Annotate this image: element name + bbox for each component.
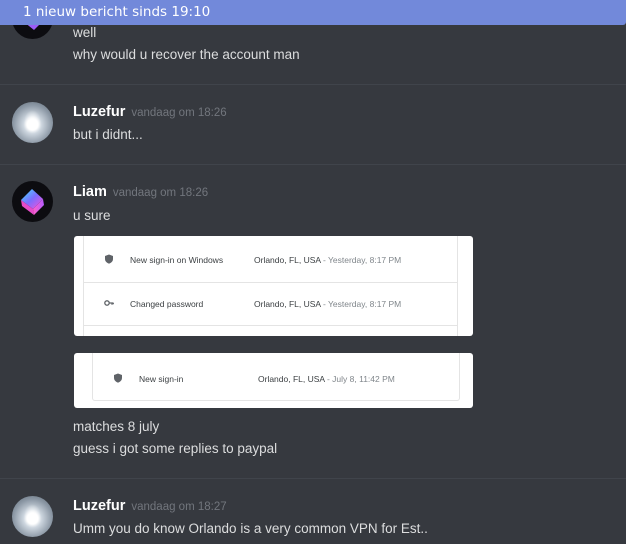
shield-icon — [105, 254, 113, 264]
message-line: Umm you do know Orlando is a very common… — [73, 521, 428, 536]
activity-time: - July 8, 11:42 PM — [324, 374, 395, 384]
message-line: u sure — [73, 208, 111, 223]
activity-row: New sign-in Orlando, FL, USA - July 8, 1… — [93, 357, 459, 401]
activity-event: Changed password — [130, 299, 204, 309]
location-text: Orlando, FL, USA — [254, 255, 321, 265]
message-author[interactable]: Liam vandaag om 18:26 — [73, 184, 208, 200]
location-text: Orlando, FL, USA — [254, 299, 321, 309]
message-line: well — [73, 25, 97, 40]
activity-location: Orlando, FL, USA - Yesterday, 8:17 PM — [254, 255, 401, 265]
message-author[interactable]: Luzefur vandaag om 18:26 — [73, 104, 227, 120]
activity-location: Orlando, FL, USA - Yesterday, 8:17 PM — [254, 299, 401, 309]
message-divider — [0, 84, 626, 85]
avatar-luzefur[interactable] — [12, 496, 53, 537]
message-divider — [0, 478, 626, 479]
message-timestamp: vandaag om 18:26 — [112, 187, 209, 199]
security-activity-panel: New sign-in Orlando, FL, USA - July 8, 1… — [92, 353, 460, 401]
banner-text[interactable]: 1 nieuw bericht sinds 19:10 — [23, 4, 210, 20]
activity-time: - Yesterday, 8:17 PM — [320, 299, 402, 309]
message-divider — [0, 164, 626, 165]
message-line: matches 8 july — [73, 419, 160, 434]
avatar-liam[interactable] — [12, 181, 53, 222]
message-timestamp: vandaag om 18:27 — [131, 501, 227, 513]
message-line: why would u recover the account man — [73, 47, 300, 62]
security-activity-panel: New sign-in on Windows Orlando, FL, USA … — [83, 236, 458, 336]
message-timestamp: vandaag om 18:26 — [131, 107, 227, 119]
author-name[interactable]: Liam — [73, 184, 107, 200]
activity-row: New sign-in on Windows Orlando, FL, USA … — [84, 238, 457, 282]
image-attachment[interactable]: New sign-in Orlando, FL, USA - July 8, 1… — [74, 353, 473, 408]
message-author[interactable]: Luzefur vandaag om 18:27 — [73, 498, 227, 514]
author-name[interactable]: Luzefur — [73, 498, 125, 514]
key-icon — [104, 300, 114, 306]
message-line: but i didnt... — [73, 127, 143, 142]
activity-event: New sign-in — [139, 374, 184, 384]
activity-time: - Yesterday, 8:17 PM — [320, 255, 402, 265]
shield-icon — [114, 373, 122, 383]
activity-location: Orlando, FL, USA - July 8, 11:42 PM — [258, 374, 395, 384]
activity-event: New sign-in on Windows — [130, 255, 224, 265]
location-text: Orlando, FL, USA — [258, 374, 325, 384]
message-line: guess i got some replies to paypal — [73, 441, 278, 456]
image-attachment[interactable]: New sign-in on Windows Orlando, FL, USA … — [74, 236, 473, 336]
author-name[interactable]: Luzefur — [73, 104, 125, 120]
row-divider — [84, 325, 457, 326]
cube-logo-icon — [21, 189, 44, 215]
avatar-luzefur[interactable] — [12, 102, 53, 143]
activity-row: Changed password Orlando, FL, USA - Yest… — [84, 282, 457, 326]
new-messages-banner[interactable]: 1 nieuw bericht sinds 19:10 — [0, 0, 626, 25]
